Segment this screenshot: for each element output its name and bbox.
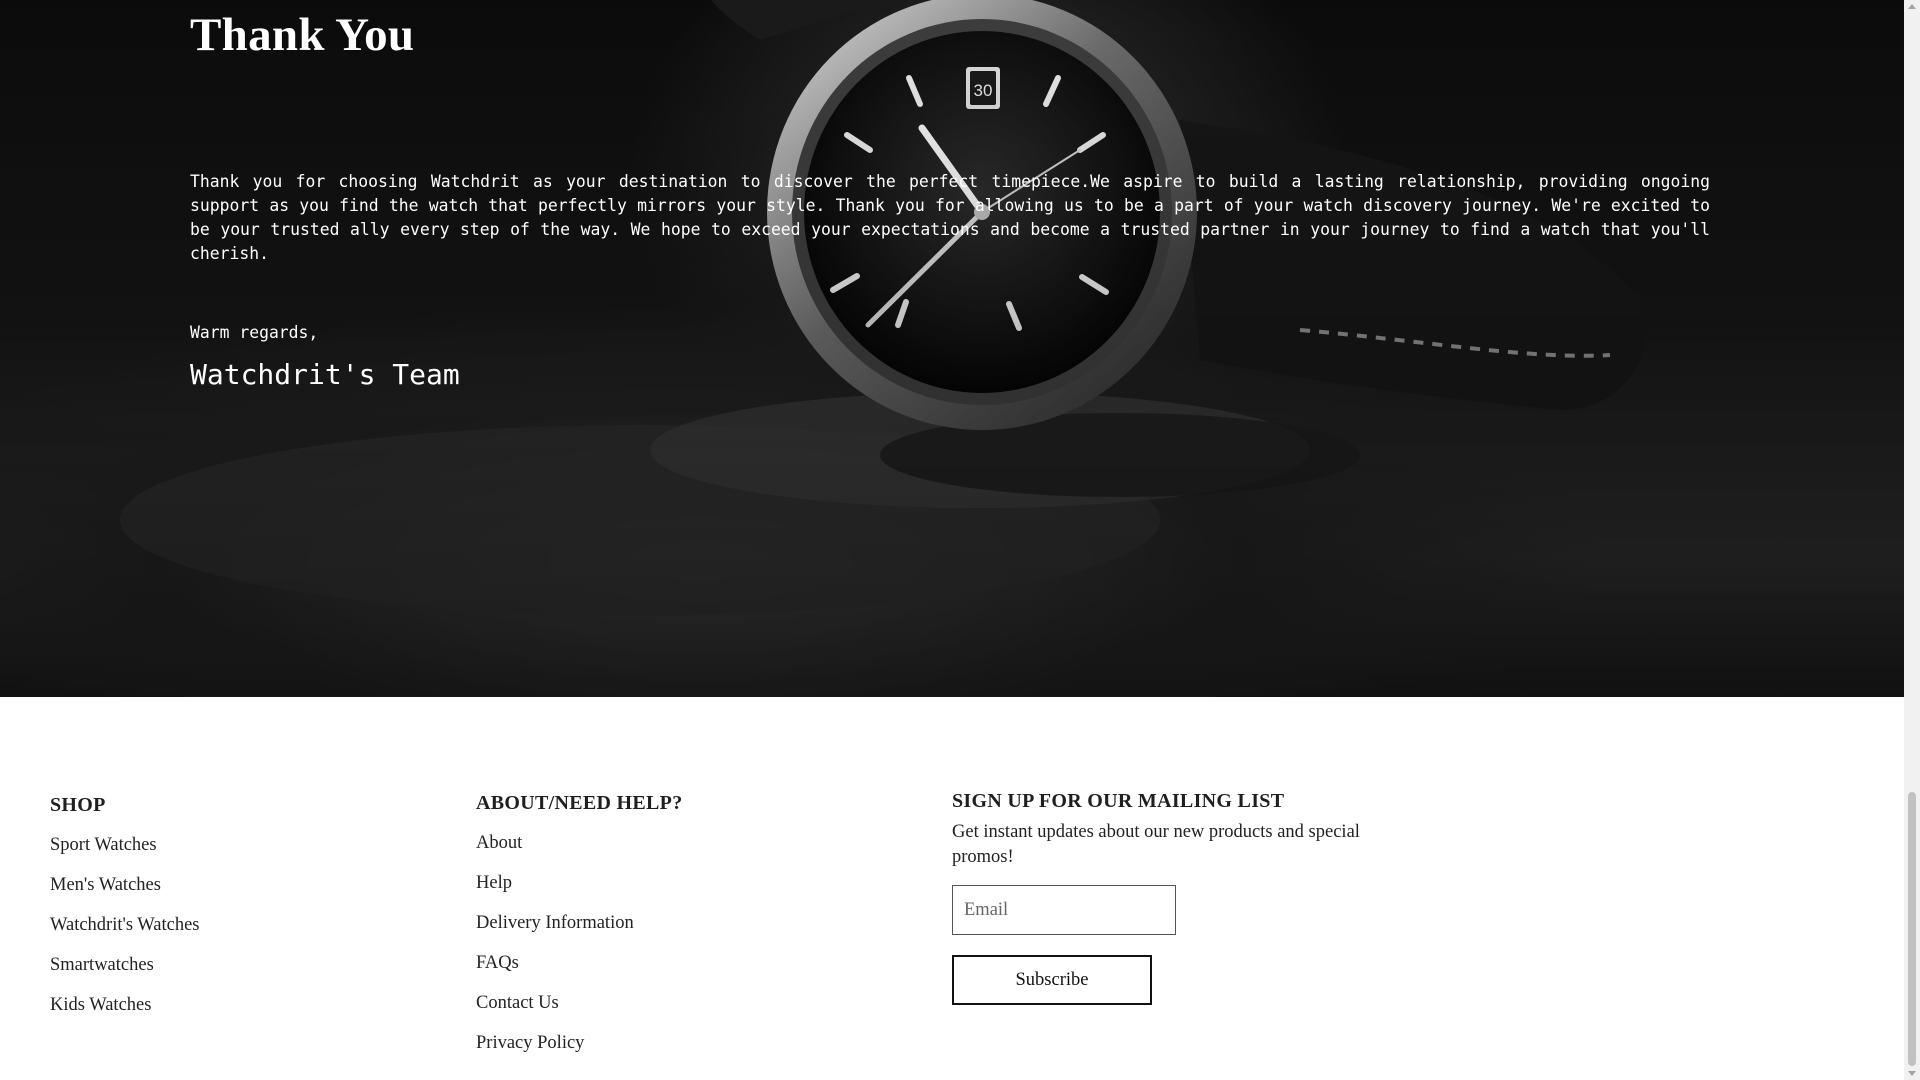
- scroll-up-arrow-icon[interactable]: [1908, 4, 1916, 9]
- hero-section: 30 Thank You Thank you for choosing Watc…: [0, 0, 1904, 697]
- signature: Watchdrit's Team: [190, 358, 460, 391]
- shop-link-mens-watches[interactable]: Men's Watches: [50, 875, 161, 896]
- page-title: Thank You: [190, 9, 415, 61]
- mailing-list-description: Get instant updates about our new produc…: [952, 822, 1360, 867]
- about-link-privacy-policy[interactable]: Privacy Policy: [476, 1033, 584, 1054]
- email-input[interactable]: [952, 885, 1176, 935]
- shop-link-kids-watches[interactable]: Kids Watches: [50, 995, 151, 1016]
- scroll-down-arrow-icon[interactable]: [1908, 1071, 1916, 1076]
- about-heading: ABOUT/NEED HELP?: [476, 792, 683, 814]
- shop-link-smartwatches[interactable]: Smartwatches: [50, 955, 154, 976]
- scrollbar-thumb[interactable]: [1908, 792, 1916, 1066]
- about-link-delivery-information[interactable]: Delivery Information: [476, 913, 634, 934]
- wristwatch-photo: 30: [0, 0, 1904, 697]
- about-link-about[interactable]: About: [476, 833, 522, 854]
- mailing-list-heading: SIGN UP FOR OUR MAILING LIST: [952, 790, 1285, 812]
- thank-you-message: Thank you for choosing Watchdrit as your…: [190, 172, 1710, 263]
- page-scrollbar[interactable]: [1904, 0, 1920, 1080]
- about-link-help[interactable]: Help: [476, 873, 512, 894]
- shop-link-watchdrits-watches[interactable]: Watchdrit's Watches: [50, 915, 200, 936]
- shop-link-sport-watches[interactable]: Sport Watches: [50, 835, 157, 856]
- closing-regards: Warm regards,: [190, 323, 319, 342]
- subscribe-button[interactable]: Subscribe: [952, 955, 1152, 1005]
- shop-heading: SHOP: [50, 794, 106, 816]
- about-link-faqs[interactable]: FAQs: [476, 953, 519, 974]
- about-link-contact-us[interactable]: Contact Us: [476, 993, 559, 1014]
